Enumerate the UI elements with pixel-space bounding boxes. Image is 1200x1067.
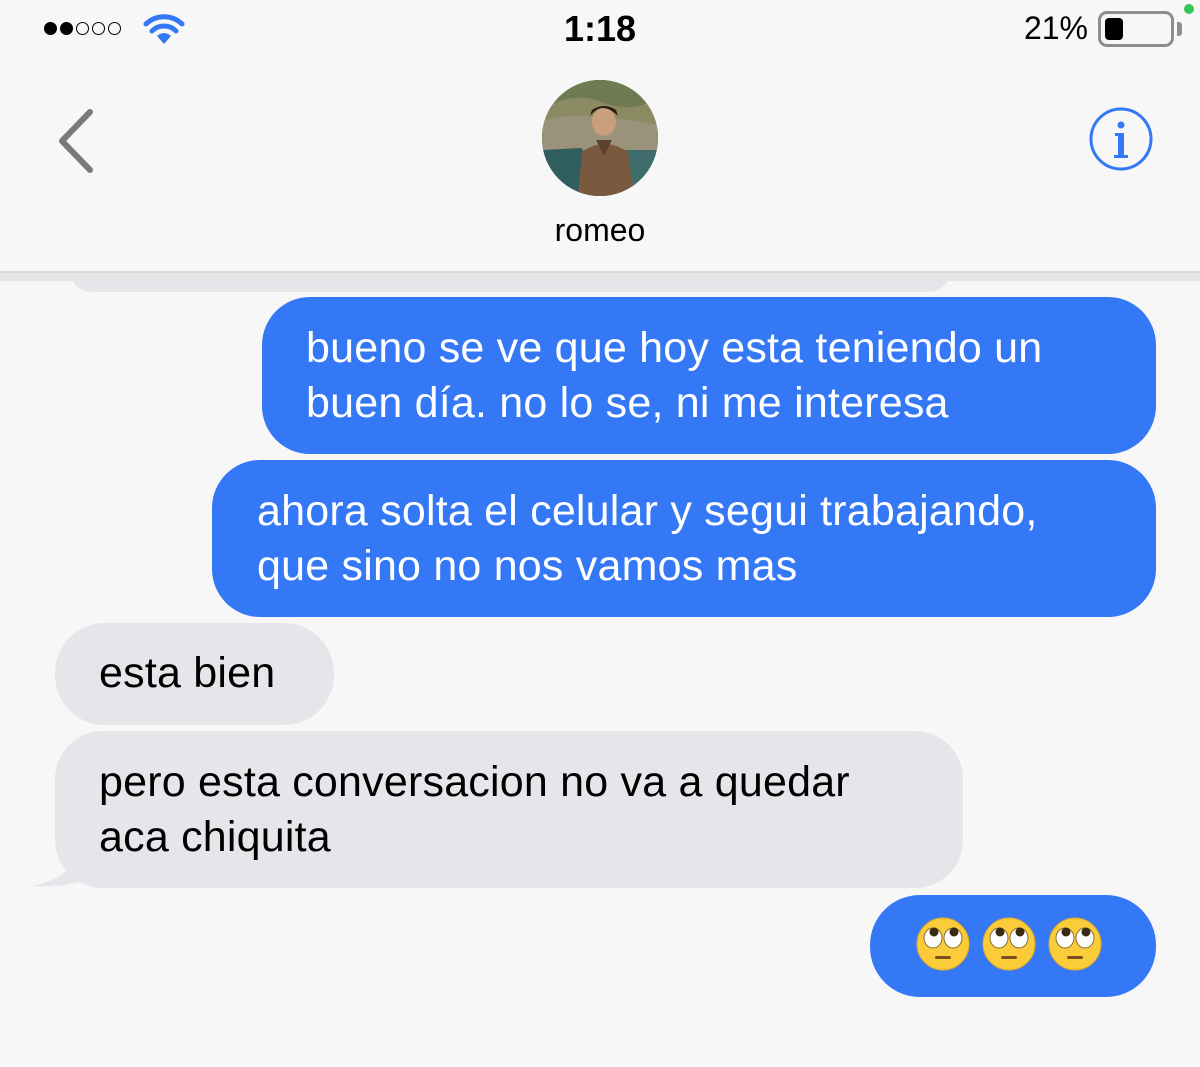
chevron-left-icon[interactable] — [52, 106, 102, 176]
battery-tip — [1177, 22, 1182, 36]
messages-screen: 1:18 21% romeo bueno se ve que hoy esta … — [0, 0, 1200, 1067]
received-message-bubble[interactable]: pero esta conversacion no va a quedar ac… — [55, 731, 963, 888]
contact-photo — [542, 80, 658, 196]
message-line: buen día. no lo se, ni me interesa — [306, 379, 949, 427]
received-message-bubble[interactable]: esta bien — [55, 623, 334, 725]
rolling-eyes-emoji-icon — [1048, 917, 1102, 971]
message-line: pero esta conversacion no va a quedar — [99, 758, 850, 806]
avatar[interactable] — [542, 80, 658, 196]
header-divider — [0, 273, 1200, 281]
bubble-tail — [32, 848, 88, 887]
message-line: aca chiquita — [99, 813, 331, 861]
battery-level-fill — [1105, 18, 1123, 40]
sent-message-bubble[interactable]: ahora solta el celular y segui trabajand… — [212, 460, 1156, 617]
message-line: ahora solta el celular y segui trabajand… — [257, 487, 1038, 535]
info-icon[interactable] — [1088, 106, 1154, 172]
sent-emoji-message-bubble[interactable] — [870, 895, 1156, 997]
contact-name[interactable]: romeo — [0, 212, 1200, 249]
message-line: esta bien — [99, 649, 276, 697]
privacy-indicator-dot — [1184, 4, 1194, 14]
message-line: que sino no nos vamos mas — [257, 542, 798, 590]
battery-icon — [1098, 11, 1174, 47]
sent-message-bubble[interactable]: bueno se ve que hoy esta teniendo un bue… — [262, 297, 1156, 454]
conversation-header: romeo — [0, 60, 1200, 273]
status-time: 1:18 — [563, 8, 637, 49]
rolling-eyes-emoji-icon — [916, 917, 970, 971]
status-bar: 1:18 21% — [0, 0, 1200, 60]
battery-percentage: 21% — [1023, 10, 1088, 46]
message-line: bueno se ve que hoy esta teniendo un — [306, 324, 1043, 372]
rolling-eyes-emoji-icon — [982, 917, 1036, 971]
